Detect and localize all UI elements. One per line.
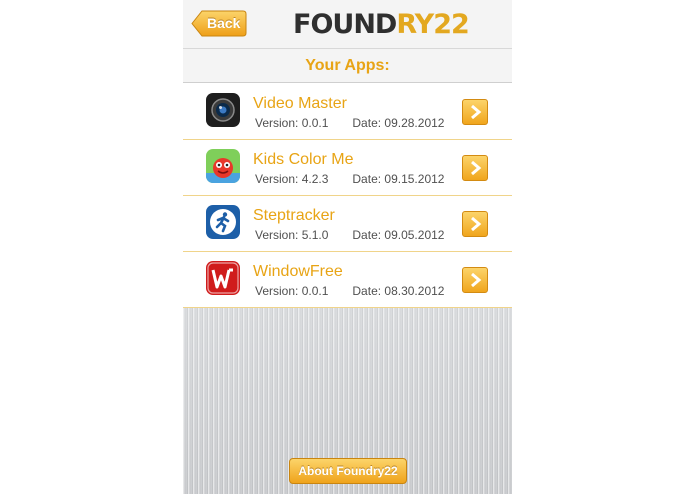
navigation-bar: Back FOUNDRY22 — [183, 0, 512, 49]
app-meta: Version: 0.0.1 Date: 09.28.2012 — [255, 116, 444, 130]
section-title: Your Apps: — [305, 57, 390, 74]
camera-lens-icon — [206, 93, 240, 127]
about-foundry22-button[interactable]: About Foundry22 — [289, 458, 407, 484]
app-name: Steptracker — [253, 207, 335, 224]
chevron-right-icon — [471, 105, 482, 119]
open-app-button[interactable] — [462, 155, 488, 181]
open-app-button[interactable] — [462, 267, 488, 293]
app-version: Version: 4.2.3 — [255, 172, 329, 186]
foundry22-logo: FOUNDRY22 — [293, 9, 470, 40]
app-name: WindowFree — [253, 263, 343, 280]
app-date: Date: 08.30.2012 — [352, 284, 445, 298]
app-version: Version: 5.1.0 — [255, 228, 329, 242]
back-button[interactable]: Back — [191, 10, 247, 37]
running-man-icon — [206, 205, 240, 239]
app-date: Date: 09.15.2012 — [352, 172, 445, 186]
w-letter-icon — [206, 261, 240, 295]
app-screen: Back FOUNDRY22 Your Apps: Video Master V… — [183, 0, 512, 494]
app-meta: Version: 4.2.3 Date: 09.15.2012 — [255, 172, 444, 186]
app-name: Video Master — [253, 95, 347, 112]
app-meta: Version: 5.1.0 Date: 09.05.2012 — [255, 228, 444, 242]
chevron-right-icon — [471, 217, 482, 231]
open-app-button[interactable] — [462, 211, 488, 237]
logo-text-dark: FOUND — [293, 9, 397, 40]
app-version: Version: 0.0.1 — [255, 284, 329, 298]
cartoon-character-icon — [206, 149, 240, 183]
app-row-video-master[interactable]: Video Master Version: 0.0.1 Date: 09.28.2… — [183, 83, 512, 140]
chevron-right-icon — [471, 273, 482, 287]
app-row-steptracker[interactable]: Steptracker Version: 5.1.0 Date: 09.05.20… — [183, 195, 512, 252]
app-version: Version: 0.0.1 — [255, 116, 329, 130]
app-row-kids-color-me[interactable]: Kids Color Me Version: 4.2.3 Date: 09.15.… — [183, 139, 512, 196]
logo-text-gold: RY22 — [396, 9, 469, 40]
brushed-metal-background: About Foundry22 — [183, 308, 512, 494]
app-meta: Version: 0.0.1 Date: 08.30.2012 — [255, 284, 444, 298]
chevron-right-icon — [471, 161, 482, 175]
app-list: Video Master Version: 0.0.1 Date: 09.28.2… — [183, 83, 512, 308]
about-button-label: About Foundry22 — [298, 464, 398, 478]
back-label: Back — [207, 15, 241, 31]
app-row-windowfree[interactable]: WindowFree Version: 0.0.1 Date: 08.30.201… — [183, 251, 512, 308]
app-date: Date: 09.05.2012 — [352, 228, 445, 242]
open-app-button[interactable] — [462, 99, 488, 125]
app-date: Date: 09.28.2012 — [352, 116, 445, 130]
app-name: Kids Color Me — [253, 151, 354, 168]
section-header: Your Apps: — [183, 49, 512, 83]
